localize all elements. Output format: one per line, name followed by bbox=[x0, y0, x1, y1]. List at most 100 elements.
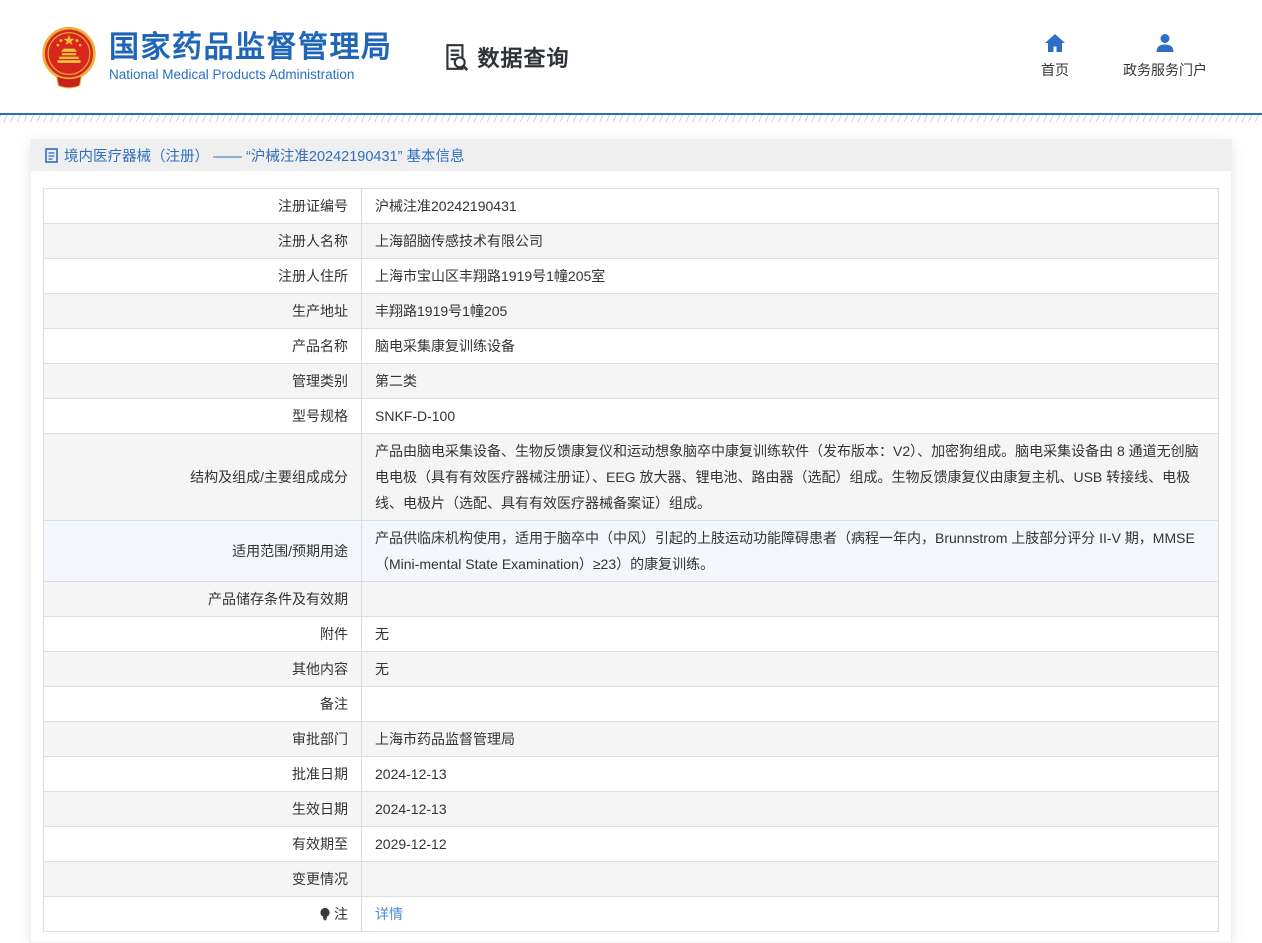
table-row: 批准日期 2024-12-13 bbox=[44, 757, 1219, 792]
row-label-cell: 附件 bbox=[44, 617, 362, 652]
row-value-cell bbox=[362, 687, 1219, 722]
row-value-cell: 第二类 bbox=[362, 364, 1219, 399]
row-value-cell bbox=[362, 862, 1219, 897]
row-value-cell: 无 bbox=[362, 652, 1219, 687]
header-nav: 首页 政务服务门户 bbox=[1031, 33, 1207, 80]
row-value: 产品由脑电采集设备、生物反馈康复仪和运动想象脑卒中康复训练软件（发布版本：V2）… bbox=[375, 443, 1199, 511]
nav-home-label: 首页 bbox=[1041, 60, 1069, 80]
table-row: 其他内容 无 bbox=[44, 652, 1219, 687]
row-label: 注册证编号 bbox=[278, 198, 348, 214]
row-label-cell: 注册证编号 bbox=[44, 189, 362, 224]
row-label-cell: 产品储存条件及有效期 bbox=[44, 582, 362, 617]
table-row: 注册证编号 沪械注准20242190431 bbox=[44, 189, 1219, 224]
row-label: 备注 bbox=[320, 696, 348, 712]
row-value: 2024-12-13 bbox=[375, 766, 447, 782]
row-label-cell: 其他内容 bbox=[44, 652, 362, 687]
row-value: 产品供临床机构使用，适用于脑卒中（中风）引起的上肢运动功能障碍患者（病程一年内，… bbox=[375, 530, 1195, 572]
nav-portal[interactable]: 政务服务门户 bbox=[1123, 33, 1207, 80]
row-value-cell: 2024-12-13 bbox=[362, 757, 1219, 792]
nav-home[interactable]: 首页 bbox=[1031, 33, 1079, 80]
row-label: 生产地址 bbox=[292, 303, 348, 319]
row-value-cell: 上海市药品监督管理局 bbox=[362, 722, 1219, 757]
document-icon bbox=[45, 148, 58, 163]
data-query-section[interactable]: 数据查询 bbox=[441, 41, 570, 73]
row-value-cell: 脑电采集康复训练设备 bbox=[362, 329, 1219, 364]
nmpa-emblem-logo bbox=[40, 26, 98, 90]
row-value-cell: 产品由脑电采集设备、生物反馈康复仪和运动想象脑卒中康复训练软件（发布版本：V2）… bbox=[362, 434, 1219, 521]
nav-portal-label: 政务服务门户 bbox=[1123, 60, 1207, 80]
table-row: 附件无 bbox=[44, 617, 1219, 652]
info-table-body: 注册证编号沪械注准20242190431注册人名称上海韶脑传感技术有限公司注册人… bbox=[44, 189, 1219, 932]
user-icon bbox=[1154, 33, 1176, 53]
table-row: 变更情况 bbox=[44, 862, 1219, 897]
row-value-cell: 产品供临床机构使用，适用于脑卒中（中风）引起的上肢运动功能障碍患者（病程一年内，… bbox=[362, 521, 1219, 582]
table-row: 注 详情 bbox=[44, 897, 1219, 932]
row-value-cell: 2029-12-12 bbox=[362, 827, 1219, 862]
row-value: 2024-12-13 bbox=[375, 801, 447, 817]
row-value: 脑电采集康复训练设备 bbox=[375, 338, 515, 354]
row-value-cell: 沪械注准20242190431 bbox=[362, 189, 1219, 224]
row-label-cell: 审批部门 bbox=[44, 722, 362, 757]
row-label: 审批部门 bbox=[292, 731, 348, 747]
row-value-cell: 2024-12-13 bbox=[362, 792, 1219, 827]
detail-link[interactable]: 详情 bbox=[375, 906, 403, 922]
table-row: 备注 bbox=[44, 687, 1219, 722]
row-label: 生效日期 bbox=[292, 801, 348, 817]
table-row: 生效日期 2024-12-13 bbox=[44, 792, 1219, 827]
row-value-cell: 详情 bbox=[362, 897, 1219, 932]
table-row: 注册人住所上海市宝山区丰翔路1919号1幢205室 bbox=[44, 259, 1219, 294]
row-label-cell: 管理类别 bbox=[44, 364, 362, 399]
page-title: 境内医疗器械（注册） —— “沪械注准20242190431” 基本信息 bbox=[64, 145, 464, 166]
data-query-icon bbox=[441, 42, 471, 72]
row-value-cell: 丰翔路1919号1幢205 bbox=[362, 294, 1219, 329]
row-label: 注 bbox=[334, 906, 348, 922]
row-value: SNKF-D-100 bbox=[375, 408, 455, 424]
row-label-cell: 型号规格 bbox=[44, 399, 362, 434]
row-label-cell: 备注 bbox=[44, 687, 362, 722]
row-value: 上海韶脑传感技术有限公司 bbox=[375, 233, 543, 249]
row-label: 产品储存条件及有效期 bbox=[208, 591, 348, 607]
row-label-cell: 批准日期 bbox=[44, 757, 362, 792]
info-table: 注册证编号沪械注准20242190431注册人名称上海韶脑传感技术有限公司注册人… bbox=[43, 188, 1219, 932]
row-label: 适用范围/预期用途 bbox=[232, 543, 348, 559]
row-value-cell: 无 bbox=[362, 617, 1219, 652]
row-value: 上海市宝山区丰翔路1919号1幢205室 bbox=[375, 268, 605, 284]
row-label-cell: 注 bbox=[44, 897, 362, 932]
data-query-label: 数据查询 bbox=[478, 41, 570, 73]
brand: 国家药品监督管理局 National Medical Products Admi… bbox=[109, 31, 393, 82]
content-panel: 境内医疗器械（注册） —— “沪械注准20242190431” 基本信息 注册证… bbox=[30, 139, 1232, 943]
row-value-cell bbox=[362, 582, 1219, 617]
row-label-cell: 生效日期 bbox=[44, 792, 362, 827]
table-row: 产品名称脑电采集康复训练设备 bbox=[44, 329, 1219, 364]
row-value: 上海市药品监督管理局 bbox=[375, 731, 515, 747]
row-label: 注册人名称 bbox=[278, 233, 348, 249]
row-label-cell: 有效期至 bbox=[44, 827, 362, 862]
table-row: 管理类别第二类 bbox=[44, 364, 1219, 399]
home-icon bbox=[1044, 33, 1066, 53]
row-value: 沪械注准20242190431 bbox=[375, 198, 517, 214]
row-label-cell: 结构及组成/主要组成成分 bbox=[44, 434, 362, 521]
row-label-cell: 适用范围/预期用途 bbox=[44, 521, 362, 582]
row-value-cell: SNKF-D-100 bbox=[362, 399, 1219, 434]
table-row: 生产地址 丰翔路1919号1幢205 bbox=[44, 294, 1219, 329]
table-row: 有效期至 2029-12-12 bbox=[44, 827, 1219, 862]
row-label: 型号规格 bbox=[292, 408, 348, 424]
row-label: 其他内容 bbox=[292, 661, 348, 677]
table-row: 注册人名称 上海韶脑传感技术有限公司 bbox=[44, 224, 1219, 259]
table-wrap: 注册证编号沪械注准20242190431注册人名称上海韶脑传感技术有限公司注册人… bbox=[31, 171, 1231, 942]
row-label-cell: 生产地址 bbox=[44, 294, 362, 329]
row-label: 批准日期 bbox=[292, 766, 348, 782]
row-value: 丰翔路1919号1幢205 bbox=[375, 303, 507, 319]
row-value: 无 bbox=[375, 661, 389, 677]
row-value: 2029-12-12 bbox=[375, 836, 447, 852]
page-title-bar: 境内医疗器械（注册） —— “沪械注准20242190431” 基本信息 bbox=[31, 140, 1231, 171]
row-label: 有效期至 bbox=[292, 836, 348, 852]
brand-subtitle: National Medical Products Administration bbox=[109, 67, 393, 82]
table-row: 型号规格 SNKF-D-100 bbox=[44, 399, 1219, 434]
row-label-cell: 注册人名称 bbox=[44, 224, 362, 259]
table-row: 产品储存条件及有效期 bbox=[44, 582, 1219, 617]
row-label-cell: 注册人住所 bbox=[44, 259, 362, 294]
row-value: 无 bbox=[375, 626, 389, 642]
row-label: 变更情况 bbox=[292, 871, 348, 887]
table-row: 适用范围/预期用途 产品供临床机构使用，适用于脑卒中（中风）引起的上肢运动功能障碍… bbox=[44, 521, 1219, 582]
